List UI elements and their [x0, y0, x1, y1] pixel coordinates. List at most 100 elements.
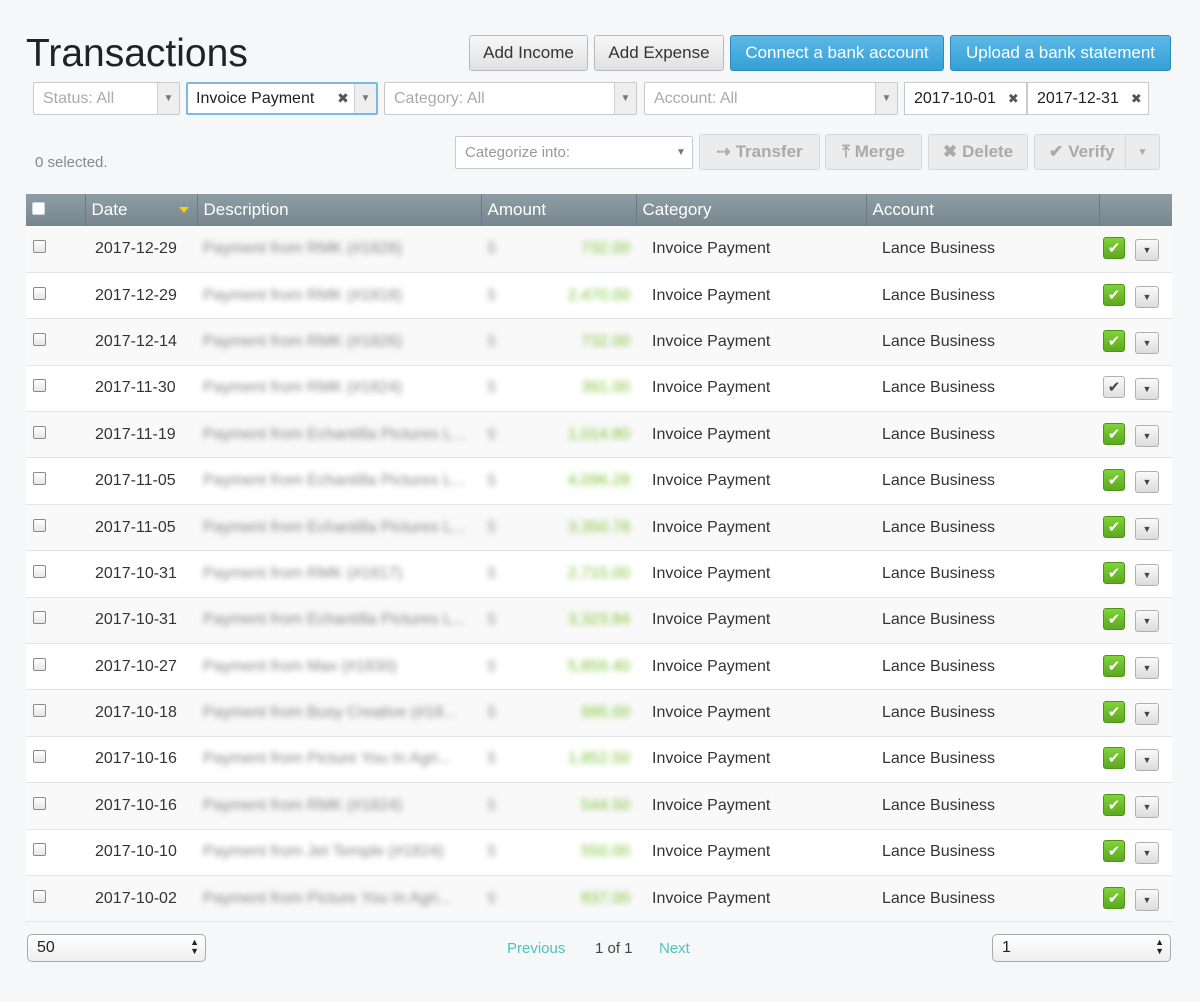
transfer-button[interactable]: ⇢ Transfer: [699, 134, 820, 170]
chevron-down-icon[interactable]: ▼: [1135, 331, 1159, 354]
account-cell[interactable]: Lance Business: [866, 318, 1099, 366]
row-checkbox[interactable]: [33, 704, 46, 718]
account-cell[interactable]: Lance Business: [866, 875, 1099, 923]
chevron-down-icon[interactable]: ▼: [1135, 563, 1159, 586]
column-amount[interactable]: Amount: [481, 194, 637, 226]
verify-check-icon[interactable]: ✔: [1103, 747, 1125, 770]
connect-bank-button[interactable]: Connect a bank account: [730, 35, 944, 71]
chevron-down-icon[interactable]: ▼: [1135, 888, 1159, 911]
table-row[interactable]: 2017-12-14 Payment from RMK (#1826) $732.0…: [26, 318, 1172, 366]
chevron-down-icon[interactable]: ▼: [1135, 424, 1159, 447]
table-row[interactable]: 2017-11-05 Payment from Echantilla Pictur…: [26, 504, 1172, 552]
chevron-down-icon[interactable]: ▼: [1135, 285, 1159, 308]
verify-check-icon[interactable]: ✔: [1103, 236, 1125, 259]
page-select[interactable]: 1 ▲ ▼: [992, 934, 1171, 962]
row-checkbox[interactable]: [33, 564, 46, 578]
account-filter[interactable]: Account: All ▼: [644, 82, 898, 115]
account-cell[interactable]: Lance Business: [866, 829, 1099, 876]
category-cell[interactable]: Invoice Payment: [636, 272, 866, 320]
verify-check-icon[interactable]: ✔: [1103, 422, 1125, 445]
column-account[interactable]: Account: [866, 194, 1100, 226]
category-cell[interactable]: Invoice Payment: [636, 875, 866, 923]
verify-check-icon[interactable]: ✔: [1103, 515, 1125, 538]
table-row[interactable]: 2017-10-18 Payment from Busy Creative (#1…: [26, 689, 1172, 737]
verify-check-icon[interactable]: ✔: [1103, 329, 1125, 352]
verify-check-icon[interactable]: ✔: [1103, 608, 1125, 631]
chevron-down-icon[interactable]: ▼: [354, 84, 376, 113]
row-checkbox[interactable]: [33, 843, 46, 857]
row-checkbox[interactable]: [33, 472, 46, 486]
row-checkbox[interactable]: [33, 286, 46, 300]
chevron-down-icon[interactable]: ▼: [1135, 471, 1159, 494]
row-checkbox[interactable]: [33, 657, 46, 671]
verify-check-icon[interactable]: ✔: [1103, 701, 1125, 724]
chevron-down-icon[interactable]: ▼: [1135, 517, 1159, 540]
chevron-down-icon[interactable]: ▼: [1135, 610, 1159, 633]
account-cell[interactable]: Lance Business: [866, 226, 1099, 273]
categorize-select[interactable]: Categorize into: ▼: [455, 136, 693, 169]
account-cell[interactable]: Lance Business: [866, 504, 1099, 552]
add-income-button[interactable]: Add Income: [469, 35, 588, 71]
table-row[interactable]: 2017-12-29 Payment from RMK (#1818) $2,470…: [26, 272, 1172, 320]
verify-check-icon[interactable]: ✔: [1103, 283, 1125, 306]
chevron-down-icon[interactable]: ▼: [1135, 749, 1159, 772]
verify-button[interactable]: ✔ Verify ▼: [1034, 134, 1160, 170]
table-row[interactable]: 2017-10-02 Payment from Picture You In Ag…: [26, 875, 1172, 923]
table-row[interactable]: 2017-12-29 Payment from RMK (#1828) $732.0…: [26, 226, 1172, 273]
table-row[interactable]: 2017-10-10 Payment from Jet Temple (#1824…: [26, 829, 1172, 876]
table-row[interactable]: 2017-10-27 Payment from Max (#1830) $5,859…: [26, 643, 1172, 691]
table-row[interactable]: 2017-10-16 Payment from RMK (#1824) $544.5…: [26, 782, 1172, 830]
verify-check-icon[interactable]: ✔: [1103, 376, 1125, 399]
category-cell[interactable]: Invoice Payment: [636, 457, 866, 505]
row-checkbox[interactable]: [33, 332, 46, 346]
chevron-down-icon[interactable]: ▼: [1125, 135, 1159, 169]
add-expense-button[interactable]: Add Expense: [594, 35, 724, 71]
chevron-down-icon[interactable]: ▼: [157, 83, 179, 114]
table-row[interactable]: 2017-11-30 Payment from RMK (#1824) $391.0…: [26, 365, 1172, 413]
chevron-down-icon[interactable]: ▼: [1135, 656, 1159, 679]
row-checkbox[interactable]: [33, 611, 46, 625]
category-cell[interactable]: Invoice Payment: [636, 689, 866, 737]
clear-icon[interactable]: ✖: [332, 90, 354, 107]
account-cell[interactable]: Lance Business: [866, 689, 1099, 737]
column-category[interactable]: Category: [636, 194, 867, 226]
category-cell[interactable]: Invoice Payment: [636, 736, 866, 784]
chevron-down-icon[interactable]: ▼: [614, 83, 636, 114]
chevron-down-icon[interactable]: ▼: [1135, 795, 1159, 818]
account-cell[interactable]: Lance Business: [866, 457, 1099, 505]
row-checkbox[interactable]: [33, 239, 46, 253]
chevron-down-icon[interactable]: ▼: [1135, 703, 1159, 726]
row-checkbox[interactable]: [33, 796, 46, 810]
row-checkbox[interactable]: [33, 750, 46, 764]
type-filter[interactable]: Invoice Payment ✖ ▼: [186, 82, 378, 115]
account-cell[interactable]: Lance Business: [866, 365, 1099, 413]
delete-button[interactable]: ✖ Delete: [928, 134, 1028, 170]
category-cell[interactable]: Invoice Payment: [636, 318, 866, 366]
chevron-down-icon[interactable]: ▼: [1135, 378, 1159, 401]
chevron-down-icon[interactable]: ▼: [1135, 238, 1159, 261]
date-from-field[interactable]: 2017-10-01 ✖: [904, 82, 1027, 115]
table-row[interactable]: 2017-10-31 Payment from RMK (#1817) $2,715…: [26, 550, 1172, 598]
table-row[interactable]: 2017-11-19 Payment from Echantilla Pictur…: [26, 411, 1172, 459]
category-cell[interactable]: Invoice Payment: [636, 226, 866, 273]
select-all-checkbox[interactable]: [32, 202, 45, 215]
verify-check-icon[interactable]: ✔: [1103, 469, 1125, 492]
row-checkbox[interactable]: [33, 379, 46, 393]
account-cell[interactable]: Lance Business: [866, 597, 1099, 645]
date-to-field[interactable]: 2017-12-31 ✖: [1027, 82, 1149, 115]
category-cell[interactable]: Invoice Payment: [636, 597, 866, 645]
row-checkbox[interactable]: [33, 518, 46, 532]
verify-check-icon[interactable]: ✔: [1103, 654, 1125, 677]
verify-check-icon[interactable]: ✔: [1103, 793, 1125, 816]
table-row[interactable]: 2017-11-05 Payment from Echantilla Pictur…: [26, 457, 1172, 505]
category-cell[interactable]: Invoice Payment: [636, 643, 866, 691]
verify-check-icon[interactable]: ✔: [1103, 886, 1125, 909]
account-cell[interactable]: Lance Business: [866, 643, 1099, 691]
account-cell[interactable]: Lance Business: [866, 272, 1099, 320]
column-description[interactable]: Description: [197, 194, 482, 226]
category-cell[interactable]: Invoice Payment: [636, 829, 866, 876]
merge-button[interactable]: ⤒ Merge: [825, 134, 922, 170]
verify-check-icon[interactable]: ✔: [1103, 840, 1125, 863]
row-checkbox[interactable]: [33, 425, 46, 439]
account-cell[interactable]: Lance Business: [866, 411, 1099, 459]
